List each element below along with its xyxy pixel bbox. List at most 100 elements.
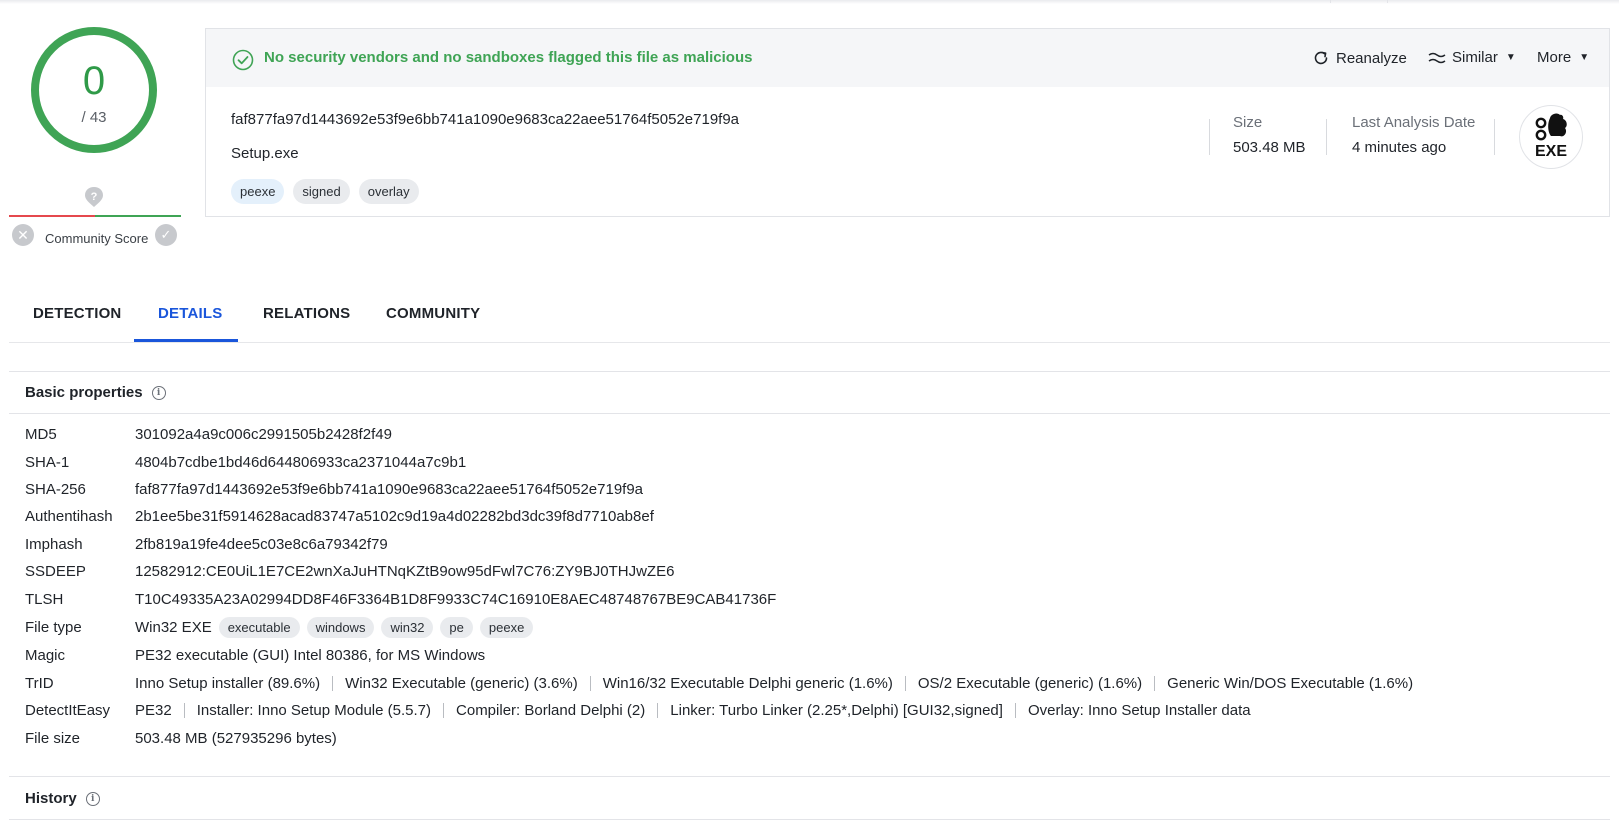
- file-type-chip[interactable]: peexe: [479, 616, 534, 638]
- property-row-sha256: SHA-256 faf877fa97d1443692e53f9e6bb741a1…: [25, 478, 643, 500]
- history-heading: History i: [25, 790, 100, 807]
- property-key: SHA-1: [25, 453, 70, 471]
- tag-overlay[interactable]: overlay: [358, 179, 419, 204]
- separator: [657, 702, 659, 718]
- property-key: File size: [25, 729, 81, 747]
- separator: [332, 675, 334, 691]
- file-type-value: Win32 EXE: [135, 618, 212, 636]
- file-type-chip[interactable]: win32: [381, 616, 434, 638]
- tab-community[interactable]: COMMUNITY: [386, 305, 480, 322]
- gears-icon: [1535, 113, 1567, 141]
- property-key: SSDEEP: [25, 562, 86, 580]
- property-row-tlsh: TLSH T10C49335A23A02994DD8F46F3364B1D8F9…: [25, 588, 776, 610]
- community-score-label: Community Score: [45, 231, 149, 246]
- reanalyze-label: Reanalyze: [1336, 49, 1407, 67]
- property-value[interactable]: 2fb819a19fe4dee5c03e8c6a79342f79: [135, 536, 388, 553]
- separator: [183, 702, 185, 718]
- community-bar-positive: [95, 215, 181, 217]
- property-value[interactable]: 301092a4a9c006c2991505b2428f2f49: [135, 426, 392, 443]
- property-key: File type: [25, 618, 82, 636]
- file-summary-card: No security vendors and no sandboxes fla…: [205, 28, 1610, 217]
- file-type-chip[interactable]: windows: [306, 616, 375, 638]
- property-row-file-type: File type Win32 EXE executable windows w…: [25, 616, 534, 638]
- more-label: More: [1537, 49, 1572, 66]
- property-value: 503.48 MB (527935296 bytes): [135, 729, 337, 747]
- info-icon[interactable]: i: [85, 791, 100, 806]
- trid-entry: Inno Setup installer (89.6%): [135, 674, 321, 692]
- property-value[interactable]: faf877fa97d1443692e53f9e6bb741a1090e9683…: [135, 481, 643, 498]
- divider: [1326, 119, 1327, 155]
- verdict-banner: No security vendors and no sandboxes fla…: [206, 29, 1609, 87]
- check-circle-icon: [232, 49, 254, 71]
- file-type-chip[interactable]: pe: [440, 616, 473, 638]
- tab-detection[interactable]: DETECTION: [33, 305, 121, 322]
- property-row-md5: MD5 301092a4a9c006c2991505b2428f2f49: [25, 423, 392, 445]
- die-entry: Compiler: Borland Delphi (2): [456, 701, 646, 719]
- property-row-sha1: SHA-1 4804b7cdbe1bd46d644806933ca2371044…: [25, 451, 466, 473]
- tag-peexe[interactable]: peexe: [231, 179, 285, 204]
- reanalyze-button[interactable]: Reanalyze: [1312, 49, 1407, 67]
- similar-icon: [1428, 52, 1446, 63]
- property-key: TLSH: [25, 590, 64, 608]
- size-label: Size: [1233, 114, 1263, 131]
- info-icon[interactable]: i: [151, 385, 166, 400]
- property-row-trid: TrID Inno Setup installer (89.6%) Win32 …: [25, 672, 1413, 694]
- property-key: Imphash: [25, 535, 83, 553]
- similar-dropdown[interactable]: Similar ▼: [1428, 49, 1516, 66]
- community-question-icon: ?: [85, 187, 103, 207]
- property-row-imphash: Imphash 2fb819a19fe4dee5c03e8c6a79342f79: [25, 533, 388, 555]
- similar-label: Similar: [1452, 49, 1498, 66]
- die-entry: Installer: Inno Setup Module (5.5.7): [196, 701, 432, 719]
- property-value[interactable]: 4804b7cdbe1bd46d644806933ca2371044a7c9b1: [135, 454, 466, 471]
- file-type-chip[interactable]: executable: [218, 616, 300, 638]
- tab-relations[interactable]: RELATIONS: [263, 305, 350, 322]
- tab-details[interactable]: DETAILS: [158, 305, 222, 322]
- property-row-authentihash: Authentihash 2b1ee5be31f5914628acad83747…: [25, 505, 654, 527]
- die-entry: PE32: [135, 701, 172, 719]
- tag-signed[interactable]: signed: [293, 179, 350, 204]
- property-value: Win32 EXE executable windows win32 pe pe…: [135, 616, 534, 638]
- reanalyze-icon: [1314, 51, 1328, 65]
- divider: [1209, 119, 1210, 155]
- trid-entry: Win32 Executable (generic) (3.6%): [345, 674, 578, 692]
- divider: [1494, 119, 1495, 155]
- property-value[interactable]: T10C49335A23A02994DD8F46F3364B1D8F9933C7…: [135, 591, 776, 608]
- section-divider: [9, 413, 1610, 414]
- history-title: History: [25, 790, 77, 807]
- more-dropdown[interactable]: More ▼: [1537, 49, 1589, 66]
- separator: [904, 675, 906, 691]
- trid-entry: OS/2 Executable (generic) (1.6%): [917, 674, 1143, 692]
- property-row-ssdeep: SSDEEP 12582912:CE0UiL1E7CE2wnXaJuHTNqKZ…: [25, 560, 674, 582]
- separator: [443, 702, 445, 718]
- basic-properties-heading: Basic properties i: [25, 384, 166, 401]
- top-bar-stub: [1330, 0, 1388, 3]
- property-value: PE32 Installer: Inno Setup Module (5.5.7…: [135, 702, 1251, 719]
- property-value: Inno Setup installer (89.6%) Win32 Execu…: [135, 675, 1413, 692]
- separator: [1154, 675, 1156, 691]
- vote-harmful-icon[interactable]: ✕: [12, 224, 34, 246]
- property-key: SHA-256: [25, 480, 86, 498]
- trid-entry: Generic Win/DOS Executable (1.6%): [1167, 674, 1414, 692]
- die-entry: Overlay: Inno Setup Installer data: [1027, 701, 1251, 719]
- trid-entry: Win16/32 Executable Delphi generic (1.6%…: [602, 674, 893, 692]
- separator: [1014, 702, 1016, 718]
- section-divider: [9, 776, 1610, 777]
- chevron-down-icon: ▼: [1579, 52, 1590, 63]
- file-name: Setup.exe: [231, 145, 299, 162]
- property-row-detectiteasy: DetectItEasy PE32 Installer: Inno Setup …: [25, 699, 1251, 721]
- file-hash[interactable]: faf877fa97d1443692e53f9e6bb741a1090e9683…: [231, 111, 739, 128]
- property-value[interactable]: 2b1ee5be31f5914628acad83747a5102c9d19a4d…: [135, 508, 654, 525]
- svg-text:?: ?: [91, 191, 98, 203]
- vote-harmless-icon[interactable]: ✓: [155, 224, 177, 246]
- property-key: MD5: [25, 425, 57, 443]
- file-type-badge: EXE: [1519, 105, 1583, 169]
- property-key: TrID: [25, 674, 54, 692]
- file-type-label: EXE: [1534, 143, 1567, 160]
- tabs-divider: [9, 342, 1610, 343]
- property-key: Authentihash: [25, 507, 113, 525]
- property-key: Magic: [25, 646, 66, 664]
- property-value[interactable]: 12582912:CE0UiL1E7CE2wnXaJuHTNqKZtB9ow95…: [135, 563, 674, 580]
- file-tags: peexe signed overlay: [231, 179, 419, 204]
- chevron-down-icon: ▼: [1505, 52, 1516, 63]
- die-entry: Linker: Turbo Linker (2.25*,Delphi) [GUI…: [670, 701, 1003, 719]
